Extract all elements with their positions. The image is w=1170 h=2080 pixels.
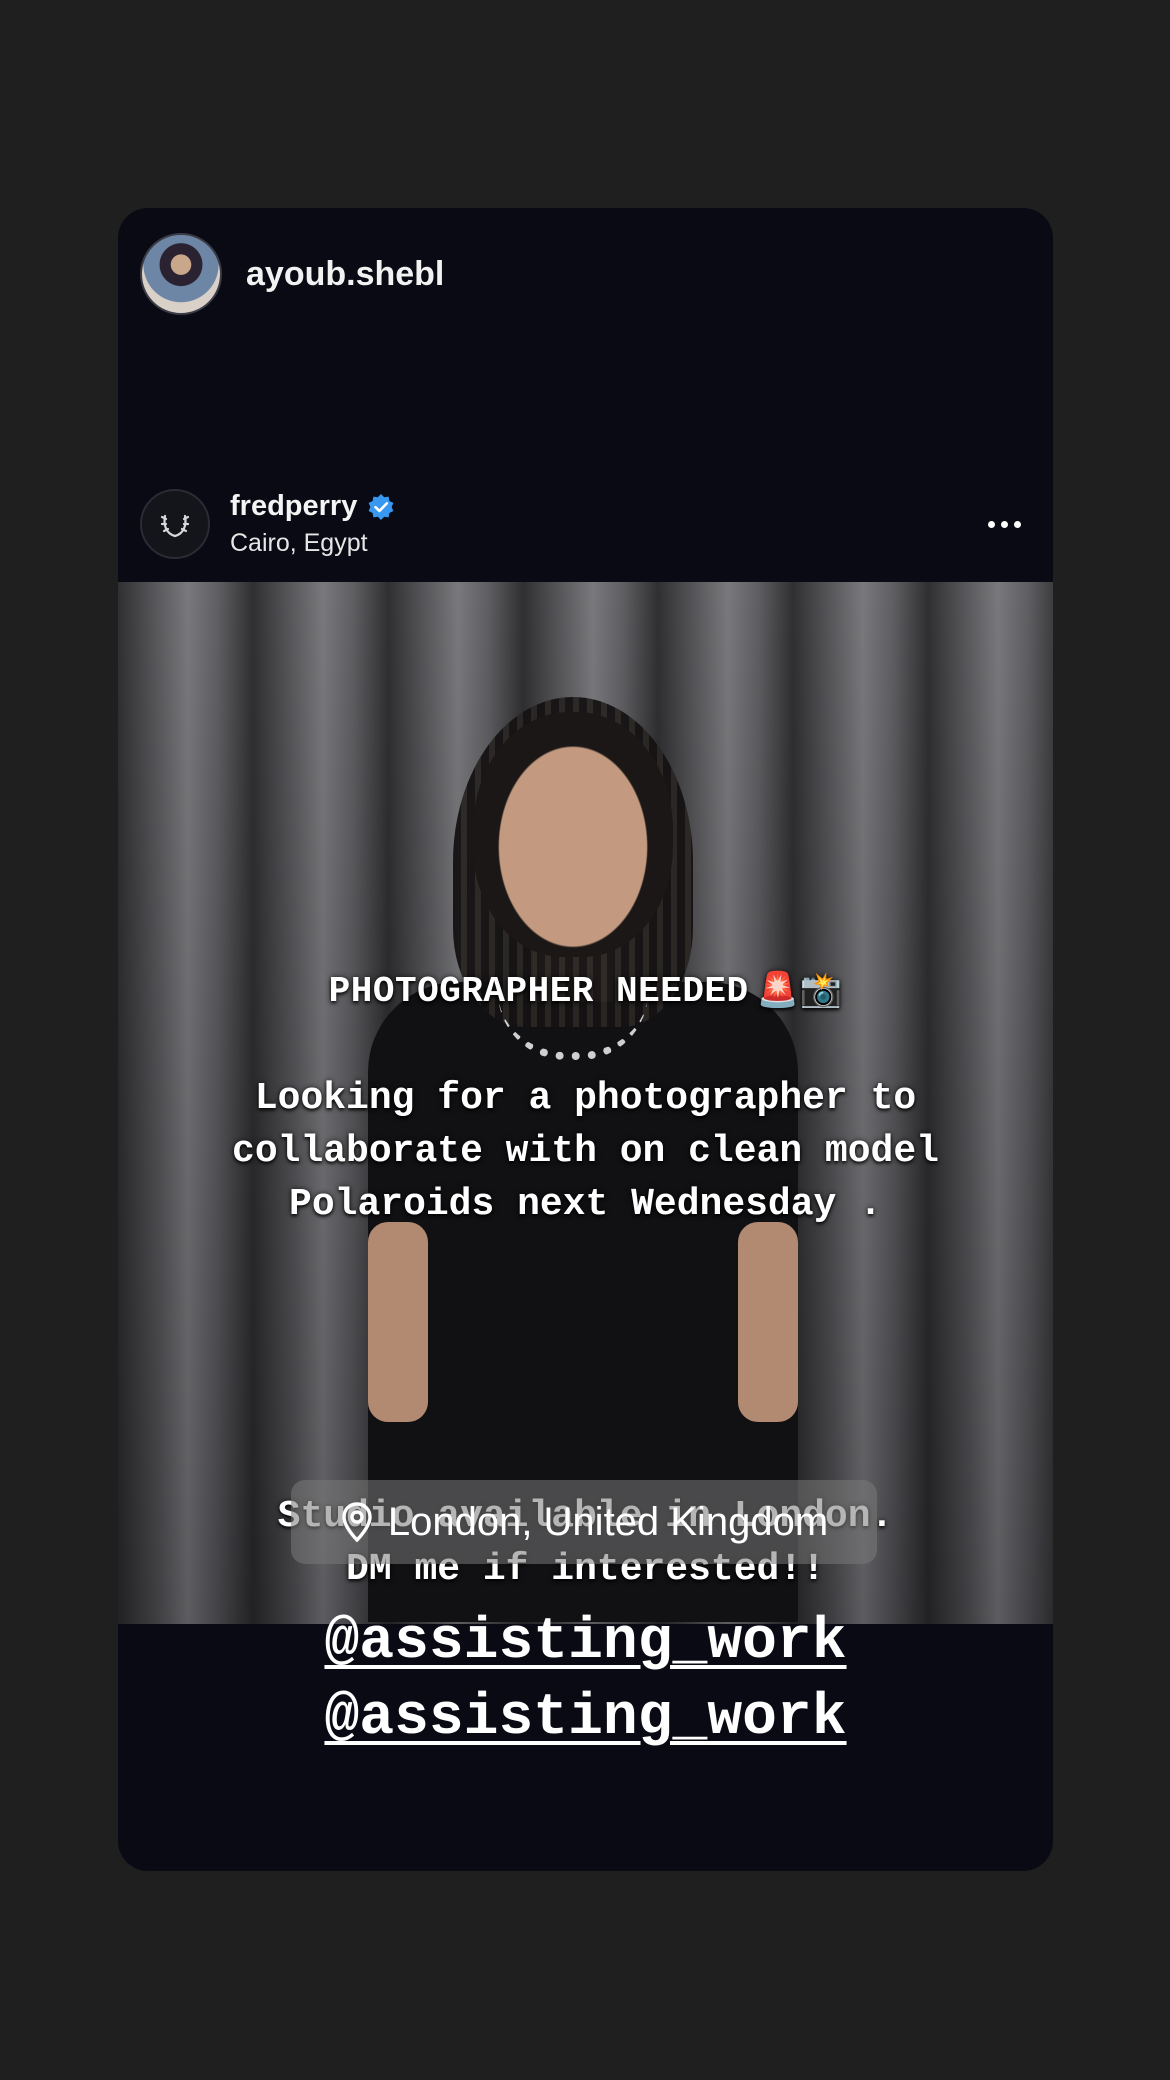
siren-camera-emoji: 🚨📸 (756, 970, 843, 1010)
mention-sticker[interactable]: @assisting_work (118, 1686, 1053, 1751)
overlay-body: Looking for a photographer to collaborat… (118, 1072, 1053, 1231)
more-horizontal-icon (988, 520, 995, 528)
post-author-name[interactable]: fredperry (230, 490, 357, 523)
post-meta: fredperry Cairo, Egypt (230, 490, 395, 558)
location-sticker[interactable]: London, United Kingdom (291, 1480, 877, 1564)
overlay-body-line: collaborate with on clean model (232, 1130, 939, 1173)
overlay-headline-text: PHOTOGRAPHER NEEDED (328, 971, 749, 1012)
post-name-row: fredperry (230, 490, 395, 523)
mention-sticker[interactable]: @assisting_work (118, 1610, 1053, 1675)
story-author-avatar[interactable] (140, 233, 222, 315)
story-author-username[interactable]: ayoub.shebl (246, 255, 444, 294)
photo-subject-face (473, 712, 673, 957)
verified-badge-icon (368, 493, 394, 520)
story-card: ayoub.shebl fredperry Cairo, Egypt PHOTO… (118, 208, 1053, 1871)
more-dot (1014, 520, 1021, 528)
story-header: ayoub.shebl (140, 232, 444, 316)
overlay-headline: PHOTOGRAPHER NEEDED 🚨📸 (118, 970, 1053, 1012)
more-dot (1001, 520, 1008, 528)
more-options-button[interactable] (984, 511, 1025, 538)
post-author-avatar[interactable] (140, 489, 210, 559)
location-pin-icon (342, 1502, 372, 1543)
post-location[interactable]: Cairo, Egypt (230, 529, 395, 558)
overlay-body-line: Polaroids next Wednesday . (289, 1183, 882, 1226)
shared-post-header: fredperry Cairo, Egypt (140, 488, 1025, 560)
location-sticker-label: London, United Kingdom (387, 1499, 829, 1544)
photo-subject-arm (368, 1222, 428, 1422)
overlay-body-line: Looking for a photographer to (254, 1077, 917, 1120)
photo-subject-arm (738, 1222, 798, 1422)
laurel-wreath-icon (160, 514, 190, 538)
